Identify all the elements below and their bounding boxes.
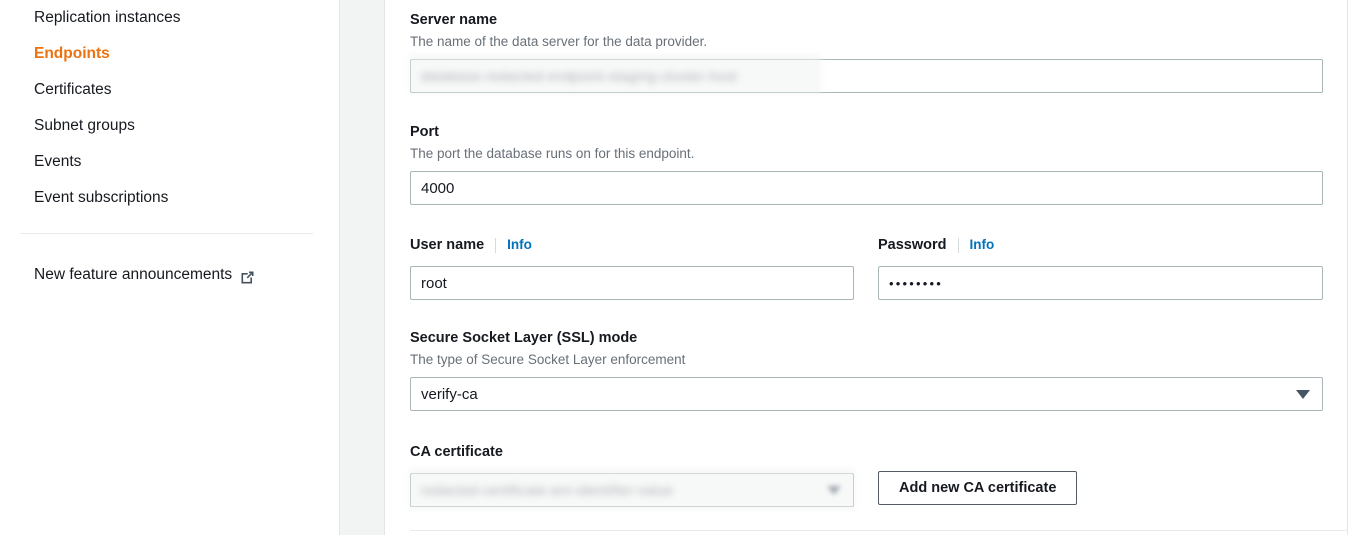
label-separator [495, 237, 497, 253]
right-rail-divider [1347, 0, 1352, 535]
port-input[interactable]: 4000 [410, 171, 1323, 205]
field-port: Port The port the database runs on for t… [410, 122, 1323, 205]
external-link-icon [240, 269, 255, 284]
ssl-mode-label: Secure Socket Layer (SSL) mode [410, 330, 638, 346]
server-name-value: database-redacted-endpoint-staging-clust… [421, 68, 738, 84]
add-new-ca-certificate-button[interactable]: Add new CA certificate [878, 471, 1078, 505]
ssl-mode-description: The type of Secure Socket Layer enforcem… [410, 352, 686, 367]
server-name-label: Server name [410, 12, 498, 28]
password-value: •••••••• [889, 275, 944, 291]
chevron-down-icon [1296, 389, 1310, 399]
sidebar-item-replication-instances[interactable]: Replication instances [0, 0, 339, 36]
label-separator [957, 237, 959, 253]
sidebar-item-certificates[interactable]: Certificates [0, 72, 339, 108]
password-info-link[interactable]: Info [970, 235, 995, 255]
ca-certificate-value: redacted-certificate-arn-identifier-valu… [421, 482, 673, 498]
ssl-mode-select[interactable]: verify-ca [410, 377, 1323, 411]
port-value: 4000 [421, 179, 455, 197]
sidebar-item-endpoints[interactable]: Endpoints [0, 36, 339, 72]
user-name-value: root [421, 274, 447, 292]
content-bottom-divider [410, 530, 1352, 531]
ca-certificate-select[interactable]: redacted-certificate-arn-identifier-valu… [410, 473, 854, 507]
user-name-label: User name Info [410, 235, 532, 255]
ca-certificate-label: CA certificate [410, 444, 503, 460]
endpoint-configuration-page: Replication instances Endpoints Certific… [0, 0, 1352, 535]
field-user-name: User name Info root [410, 235, 854, 300]
ssl-mode-value: verify-ca [421, 385, 478, 403]
server-name-description: The name of the data server for the data… [410, 34, 708, 49]
new-feature-announcements-label: New feature announcements [34, 266, 233, 283]
password-input[interactable]: •••••••• [878, 266, 1323, 300]
port-label: Port [410, 124, 439, 140]
sidebar-item-subnet-groups[interactable]: Subnet groups [0, 108, 339, 144]
sidebar-item-event-subscriptions[interactable]: Event subscriptions [0, 180, 339, 216]
server-name-input[interactable]: database-redacted-endpoint-staging-clust… [410, 59, 1323, 93]
endpoint-form-content: Server name The name of the data server … [385, 0, 1352, 535]
password-label: Password Info [878, 235, 995, 255]
field-password: Password Info •••••••• [878, 235, 1323, 300]
endpoint-form: Server name The name of the data server … [409, 0, 1352, 535]
sidebar-item-events[interactable]: Events [0, 144, 339, 180]
field-server-name: Server name The name of the data server … [409, 10, 1323, 94]
sidebar-navigation: Replication instances Endpoints Certific… [0, 0, 339, 535]
chevron-down-icon [827, 485, 841, 495]
field-ssl-mode: Secure Socket Layer (SSL) mode The type … [410, 328, 1323, 411]
user-name-info-link[interactable]: Info [507, 235, 532, 255]
sidebar-nav-list: Replication instances Endpoints Certific… [0, 0, 339, 216]
sidebar-divider [20, 233, 313, 234]
user-name-input[interactable]: root [410, 266, 854, 300]
panel-gutter [339, 0, 385, 535]
sidebar-item-new-feature-announcements[interactable]: New feature announcements [34, 263, 255, 287]
field-ca-certificate: CA certificate redacted-certificate-arn-… [409, 442, 1323, 510]
port-description: The port the database runs on for this e… [410, 146, 695, 161]
